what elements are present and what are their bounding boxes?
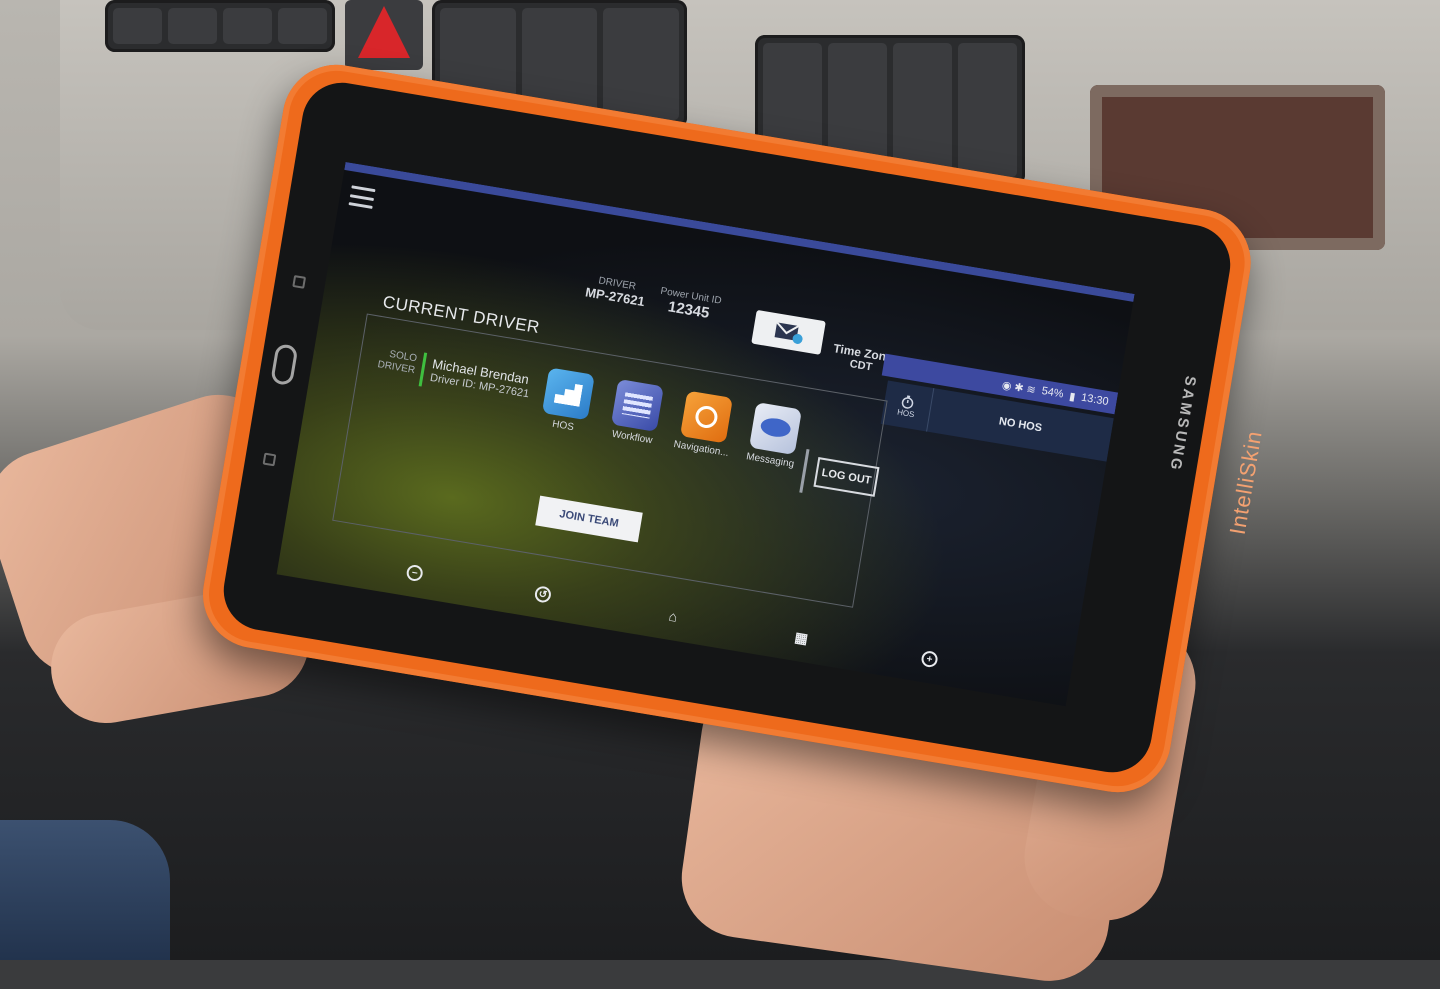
app-messaging[interactable]: Messaging [739, 401, 810, 471]
app-navigation[interactable]: Navigation... [670, 389, 741, 459]
battery-level: 54% [1041, 385, 1065, 400]
power-unit-header: Power Unit ID 12345 [657, 286, 722, 324]
tablet: IntelliSkin SAMSUNG DRIVER MP-27621 Powe… [0, 0, 1440, 960]
back-key[interactable] [263, 453, 277, 467]
messages-button[interactable] [751, 310, 826, 355]
app-label: Messaging [739, 450, 802, 471]
log-out-button[interactable]: LOG OUT [813, 457, 879, 497]
case-brand-label: IntelliSkin [1225, 429, 1268, 537]
samsung-logo: SAMSUNG [1167, 375, 1200, 474]
app-workflow[interactable]: Workflow [601, 378, 672, 448]
workflow-icon [611, 379, 664, 432]
hos-stairs-icon [542, 367, 595, 420]
app-launcher-row: HOS Workflow Navigation... Messaging [532, 366, 810, 471]
battery-icon: ▮ [1068, 389, 1076, 403]
apps-grid-icon[interactable]: ▦ [792, 628, 810, 646]
clock: 13:30 [1080, 392, 1109, 408]
app-label: Navigation... [670, 439, 733, 460]
messaging-icon [749, 402, 802, 455]
driver-header: DRIVER MP-27621 [584, 274, 647, 310]
plus-icon[interactable]: + [920, 650, 938, 668]
envelope-icon [772, 319, 805, 346]
driver-mode: SOLO DRIVER [377, 347, 418, 377]
active-indicator [419, 353, 428, 387]
app-label: Workflow [601, 427, 664, 448]
back-icon[interactable]: ↺ [534, 585, 552, 603]
app-label: HOS [532, 415, 595, 436]
hamburger-menu-icon[interactable] [349, 185, 376, 209]
recent-apps-key[interactable] [292, 275, 306, 289]
hos-timer: HOS [881, 380, 935, 431]
minus-icon[interactable]: − [405, 564, 423, 582]
hos-icon-label: HOS [897, 407, 916, 419]
navigation-icon [680, 391, 733, 444]
home-icon[interactable]: ⌂ [664, 607, 682, 625]
app-hos[interactable]: HOS [532, 366, 603, 436]
join-team-button[interactable]: JOIN TEAM [535, 496, 643, 543]
status-icons: ◉ ✱ ≋ [1001, 378, 1037, 396]
